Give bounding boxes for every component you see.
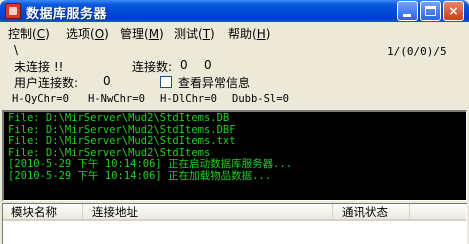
log-console[interactable]: File: D:\MirServer\Mud2\StdItems.DB File… bbox=[2, 110, 467, 201]
check-anomaly-label[interactable]: 查看异常信息 bbox=[178, 74, 250, 91]
log-line: File: D:\MirServer\Mud2\StdItems.DB bbox=[8, 112, 230, 124]
menu-manage-label: 管理( bbox=[120, 27, 149, 41]
menu-manage-close: ) bbox=[159, 27, 164, 41]
menu-options-close: ) bbox=[104, 27, 109, 41]
title-bar[interactable]: 数据库服务器 × bbox=[0, 0, 469, 22]
column-module-name[interactable]: 模块名称 bbox=[3, 204, 83, 221]
metric-dlchr: H-DlChr=0 bbox=[160, 93, 217, 105]
menu-options-label: 选项( bbox=[66, 27, 95, 41]
menu-help-close: ) bbox=[265, 27, 271, 41]
maximize-button[interactable] bbox=[420, 1, 441, 21]
connections-value-b: 0 bbox=[204, 58, 212, 72]
menu-options[interactable]: 选项(O) bbox=[66, 25, 109, 42]
menu-options-accel: O bbox=[94, 27, 105, 41]
column-comm-status[interactable]: 通讯状态 bbox=[334, 204, 410, 221]
menu-help-label: 帮助( bbox=[228, 27, 257, 41]
minimize-icon bbox=[403, 14, 411, 17]
log-line: [2010-5-29 下午 10:14:06] 正在启动数据库服务器... bbox=[8, 158, 293, 170]
connection-status: 未连接 !! bbox=[14, 60, 64, 74]
menu-manage[interactable]: 管理(M) bbox=[120, 25, 164, 42]
log-line: [2010-5-29 下午 10:14:06] 正在加载物品数据... bbox=[8, 169, 272, 182]
menu-test-close: ) bbox=[210, 27, 215, 41]
menu-help-accel: H bbox=[256, 27, 266, 41]
menu-control-accel: C bbox=[36, 27, 46, 41]
user-connections-label: 用户连接数: bbox=[14, 76, 79, 90]
metric-nwchr: H-NwChr=0 bbox=[88, 93, 145, 105]
metric-dubb-sl: Dubb-Sl=0 bbox=[232, 93, 289, 105]
close-icon: × bbox=[448, 4, 459, 18]
menu-control[interactable]: 控制(C) bbox=[8, 25, 50, 42]
maximize-icon bbox=[425, 6, 436, 16]
session-counter: 1/(0/0)/5 bbox=[387, 45, 447, 58]
app-icon bbox=[5, 3, 21, 19]
check-anomaly-checkbox[interactable] bbox=[160, 76, 172, 88]
menu-test[interactable]: 测试(T) bbox=[174, 25, 215, 42]
menu-test-label: 测试( bbox=[174, 27, 203, 41]
menu-control-close: ) bbox=[45, 27, 50, 41]
minimize-button[interactable] bbox=[397, 1, 418, 21]
menu-manage-accel: M bbox=[148, 27, 160, 41]
menu-test-accel: T bbox=[202, 27, 211, 41]
window-title: 数据库服务器 bbox=[26, 7, 108, 22]
connections-value-a: 0 bbox=[180, 58, 188, 72]
status-slash: \ bbox=[14, 43, 19, 57]
menu-bar: 控制(C) 选项(O) 管理(M) 测试(T) 帮助(H) bbox=[0, 23, 469, 41]
menu-help[interactable]: 帮助(H) bbox=[228, 25, 270, 42]
user-connections-value: 0 bbox=[103, 74, 111, 88]
list-header: 模块名称 连接地址 通讯状态 bbox=[3, 204, 466, 221]
column-connection-address[interactable]: 连接地址 bbox=[84, 204, 333, 221]
module-list[interactable]: 模块名称 连接地址 通讯状态 bbox=[2, 203, 467, 244]
menu-control-label: 控制( bbox=[8, 27, 37, 41]
connections-label: 连接数: bbox=[132, 60, 173, 74]
metric-qychr: H-QyChr=0 bbox=[12, 93, 69, 105]
close-button[interactable]: × bbox=[443, 1, 464, 21]
log-line: File: D:\MirServer\Mud2\StdItems.txt bbox=[8, 135, 236, 147]
